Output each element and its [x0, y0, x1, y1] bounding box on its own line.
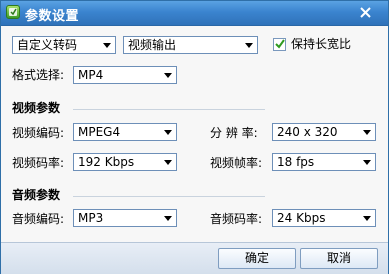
video-codec-select[interactable]: MPEG4	[73, 123, 177, 141]
resolution-select[interactable]: 240 x 320	[272, 123, 376, 141]
chevron-down-icon[interactable]	[100, 38, 114, 52]
title-bar[interactable]: 参数设置	[1, 1, 388, 26]
keep-ratio-checkbox[interactable]	[273, 38, 286, 51]
output-select-value: 视频输出	[128, 38, 177, 52]
settings-dialog: 参数设置 自定义转码 视频输出 保持长宽比 格式选择: MP4 视频参数 视频编…	[0, 0, 389, 274]
video-bitrate-label: 视频码率:	[12, 156, 65, 170]
audio-codec-label: 音频编码:	[12, 212, 65, 226]
resolution-label: 分 辨 率:	[210, 126, 258, 140]
app-icon	[6, 5, 20, 19]
audio-codec-select[interactable]: MP3	[73, 209, 177, 227]
audio-section-title: 音频参数	[12, 188, 61, 202]
framerate-select[interactable]: 18 fps	[272, 153, 376, 171]
framerate-label: 视频帧率:	[210, 156, 263, 170]
chevron-down-icon[interactable]	[242, 38, 256, 52]
ok-button[interactable]: 确定	[218, 248, 296, 269]
video-section-title: 视频参数	[12, 101, 61, 115]
chevron-down-icon[interactable]	[161, 155, 175, 169]
format-label: 格式选择:	[12, 68, 65, 82]
chevron-down-icon[interactable]	[161, 68, 175, 82]
keep-ratio-label[interactable]: 保持长宽比	[291, 37, 351, 52]
format-select-value: MP4	[78, 68, 104, 82]
preset-select-value: 自定义转码	[17, 38, 78, 52]
chevron-down-icon[interactable]	[161, 125, 175, 139]
preset-select[interactable]: 自定义转码	[12, 36, 116, 54]
framerate-value: 18 fps	[277, 155, 315, 169]
video-section-divider	[73, 109, 265, 110]
audio-bitrate-value: 24 Kbps	[277, 211, 326, 225]
chevron-down-icon[interactable]	[161, 211, 175, 225]
resolution-value: 240 x 320	[277, 125, 338, 139]
checkmark-icon	[275, 39, 285, 49]
audio-bitrate-select[interactable]: 24 Kbps	[272, 209, 376, 227]
video-bitrate-value: 192 Kbps	[78, 155, 135, 169]
chevron-down-icon[interactable]	[360, 211, 374, 225]
video-codec-label: 视频编码:	[12, 126, 65, 140]
format-select[interactable]: MP4	[73, 66, 177, 84]
chevron-down-icon[interactable]	[360, 155, 374, 169]
video-bitrate-select[interactable]: 192 Kbps	[73, 153, 177, 171]
close-button[interactable]	[348, 3, 384, 22]
cancel-button[interactable]: 取消	[300, 248, 378, 269]
dialog-title: 参数设置	[25, 9, 80, 24]
audio-codec-value: MP3	[78, 211, 104, 225]
chevron-down-icon[interactable]	[360, 125, 374, 139]
dialog-footer: 确定 取消	[1, 242, 388, 274]
audio-bitrate-label: 音频码率:	[210, 212, 263, 226]
video-codec-value: MPEG4	[78, 125, 121, 139]
audio-section-divider	[73, 196, 265, 197]
output-select[interactable]: 视频输出	[123, 36, 258, 54]
